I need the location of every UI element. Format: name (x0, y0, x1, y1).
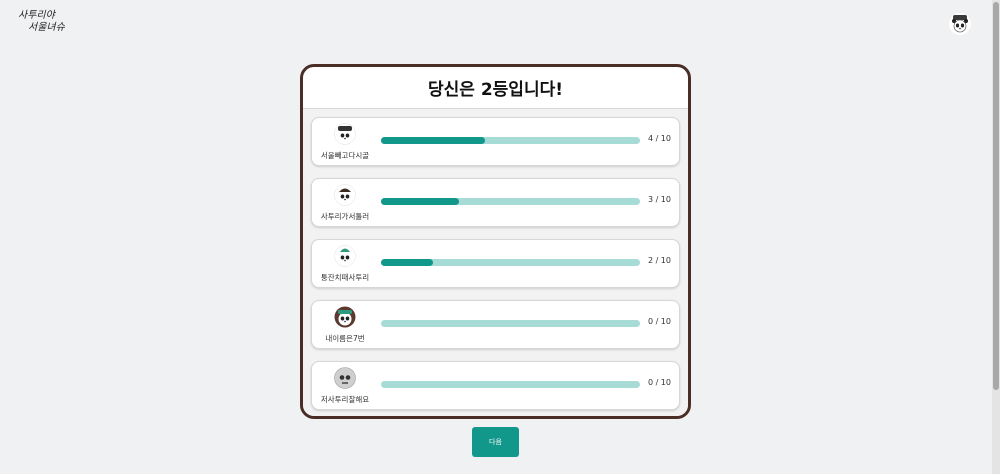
panda-icon (334, 245, 356, 267)
skull-icon (334, 367, 356, 389)
player-score: 2 / 10 (647, 256, 671, 265)
score-progress-bar (381, 198, 640, 205)
scrollbar-thumb[interactable] (993, 2, 999, 390)
ranking-list: 서울빼고다시골 4 / 10 사투리가서툴러 3 / 10 퉁잔치때사투리 2 … (303, 109, 688, 416)
player-name: 사투리가서툴러 (320, 212, 370, 221)
player-name: 퉁잔치때사투리 (320, 273, 370, 282)
result-panel: 당신은 2등입니다! 서울빼고다시골 4 / 10 사투리가서툴러 3 / 10… (300, 64, 691, 419)
player-score: 0 / 10 (647, 317, 671, 326)
player-name: 내이름은7번 (325, 334, 365, 343)
player-score: 0 / 10 (647, 378, 671, 387)
score-progress-fill (381, 137, 485, 144)
player-avatar (334, 245, 356, 267)
ranking-row: 내이름은7번 0 / 10 (311, 300, 680, 349)
ranking-row: 서울빼고다시골 4 / 10 (311, 117, 680, 166)
panda-icon (334, 306, 356, 328)
score-progress-fill (381, 198, 459, 205)
score-progress-bar (381, 259, 640, 266)
player-avatar (334, 367, 356, 389)
panda-icon (334, 184, 356, 206)
score-progress-fill (381, 259, 433, 266)
player-score: 3 / 10 (647, 195, 671, 204)
page-scrollbar[interactable] (992, 0, 1000, 474)
player-avatar (334, 184, 356, 206)
player-avatar (334, 306, 356, 328)
panda-icon (949, 13, 971, 35)
score-progress-bar (381, 320, 640, 327)
result-title: 당신은 2등입니다! (303, 67, 688, 109)
logo-line-1: 사투리야 (18, 10, 55, 21)
profile-avatar[interactable] (949, 13, 971, 35)
score-progress-bar (381, 137, 640, 144)
logo-line-2: 서울녀슈 (28, 22, 65, 33)
player-avatar (334, 123, 356, 145)
app-logo[interactable]: 사투리야 서울녀슈 (18, 10, 65, 34)
player-score: 4 / 10 (647, 134, 671, 143)
ranking-row: 퉁잔치때사투리 2 / 10 (311, 239, 680, 288)
ranking-row: 사투리가서툴러 3 / 10 (311, 178, 680, 227)
player-name: 저사투리잘해요 (320, 395, 370, 404)
player-name: 서울빼고다시골 (320, 151, 370, 160)
panda-icon (334, 123, 356, 145)
score-progress-bar (381, 381, 640, 388)
ranking-row: 저사투리잘해요 0 / 10 (311, 361, 680, 410)
next-button[interactable]: 다음 (472, 427, 519, 457)
